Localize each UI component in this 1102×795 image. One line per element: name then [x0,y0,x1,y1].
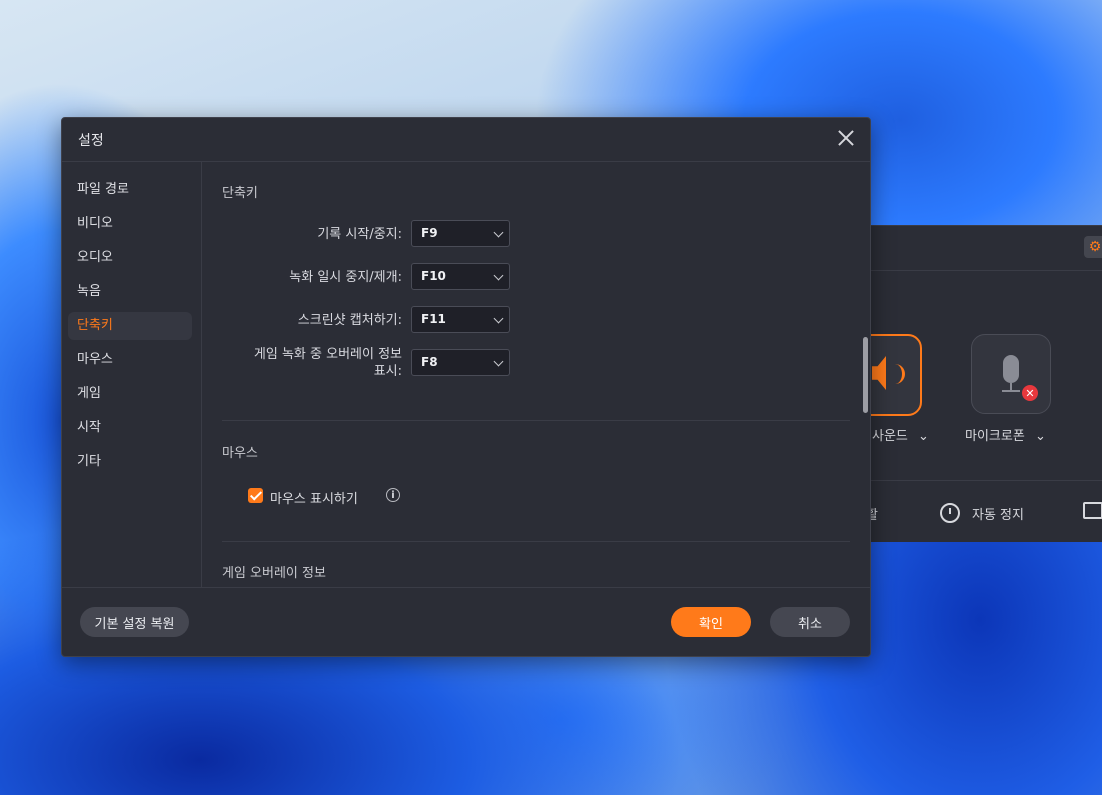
settings-gear-icon[interactable]: ⚙ [1084,236,1102,258]
section-divider [222,541,850,542]
chevron-down-icon: ⌄ [1034,429,1046,444]
mouse-section-title: 마우스 [222,446,258,461]
sidebar-item-audio[interactable]: 오디오 [68,244,192,272]
sidebar-item-startup[interactable]: 시작 [68,414,192,442]
chevron-down-icon [493,270,504,281]
info-icon[interactable]: i [386,488,400,502]
shortcut-label-overlay-line1: 게임 녹화 중 오버레이 정보 [253,347,402,362]
chevron-down-icon [493,313,504,324]
muted-x-icon: ✕ [1022,385,1038,401]
microphone-base [1002,390,1020,392]
sidebar-item-shortcuts[interactable]: 단축키 [68,312,192,340]
shortcut-label-overlay-line2: 표시: [373,364,402,379]
shortcut-label-pause: 녹화 일시 중지/제개: [289,270,402,285]
shortcut-label-screenshot: 스크린샷 캡처하기: [297,313,402,328]
shortcut-select-pause[interactable]: F10 [411,263,510,290]
sound-wave-icon [892,364,905,384]
chevron-down-icon: ⌄ [918,429,929,444]
dialog-title: 설정 [78,133,104,149]
microphone-label: 마이크로폰 [965,429,1025,444]
shortcut-select-screenshot[interactable]: F11 [411,306,510,333]
shortcut-label-overlay: 게임 녹화 중 오버레이 정보 표시: [254,347,402,379]
settings-content: 단축키 기록 시작/중지: F9 녹화 일시 중지/제개: F10 스크린샷 캡… [202,162,870,587]
sound-dropdown[interactable]: 사운드 ⌄ [872,425,929,444]
sidebar-item-mouse[interactable]: 마우스 [68,346,192,374]
shortcut-select-record[interactable]: F9 [411,220,510,247]
sound-label: 사운드 [872,429,908,444]
shortcut-value-pause: F10 [421,269,446,283]
microphone-dropdown[interactable]: 마이크로폰 ⌄ [965,425,1046,444]
settings-sidebar: 파일 경로 비디오 오디오 녹음 단축키 마우스 게임 시작 기타 [62,162,202,587]
shortcut-value-screenshot: F11 [421,312,446,326]
dialog-titlebar: 설정 [62,118,870,162]
sidebar-item-game[interactable]: 게임 [68,380,192,408]
content-scrollbar[interactable] [863,337,868,413]
show-mouse-label[interactable]: 마우스 표시하기 [270,488,358,507]
timer-icon[interactable] [940,503,960,523]
microphone-button[interactable]: ✕ [971,334,1051,414]
game-overlay-section-title: 게임 오버레이 정보 [222,566,326,581]
show-mouse-checkbox[interactable] [248,488,263,503]
calendar-icon[interactable] [1083,502,1102,519]
ok-button[interactable]: 확인 [671,607,751,637]
shortcut-value-record: F9 [421,226,438,240]
chevron-down-icon [493,356,504,367]
shortcut-value-overlay: F8 [421,355,438,369]
auto-stop-label[interactable]: 자동 정지 [972,504,1024,523]
speaker-icon [872,356,886,390]
restore-defaults-button[interactable]: 기본 설정 복원 [80,607,189,637]
section-divider [222,420,850,421]
sidebar-item-other[interactable]: 기타 [68,448,192,476]
microphone-icon [1003,355,1019,383]
shortcut-select-overlay[interactable]: F8 [411,349,510,376]
settings-dialog: 설정 파일 경로 비디오 오디오 녹음 단축키 마우스 게임 시작 기타 단축키… [61,117,871,657]
sidebar-item-recording[interactable]: 녹음 [68,278,192,306]
cancel-button[interactable]: 취소 [770,607,850,637]
shortcuts-section-title: 단축키 [222,186,258,201]
sidebar-item-file-path[interactable]: 파일 경로 [68,176,192,204]
close-icon[interactable] [836,128,856,148]
chevron-down-icon [493,227,504,238]
sidebar-item-video[interactable]: 비디오 [68,210,192,238]
shortcut-label-record: 기록 시작/중지: [317,227,402,242]
dialog-footer: 기본 설정 복원 확인 취소 [62,587,870,656]
